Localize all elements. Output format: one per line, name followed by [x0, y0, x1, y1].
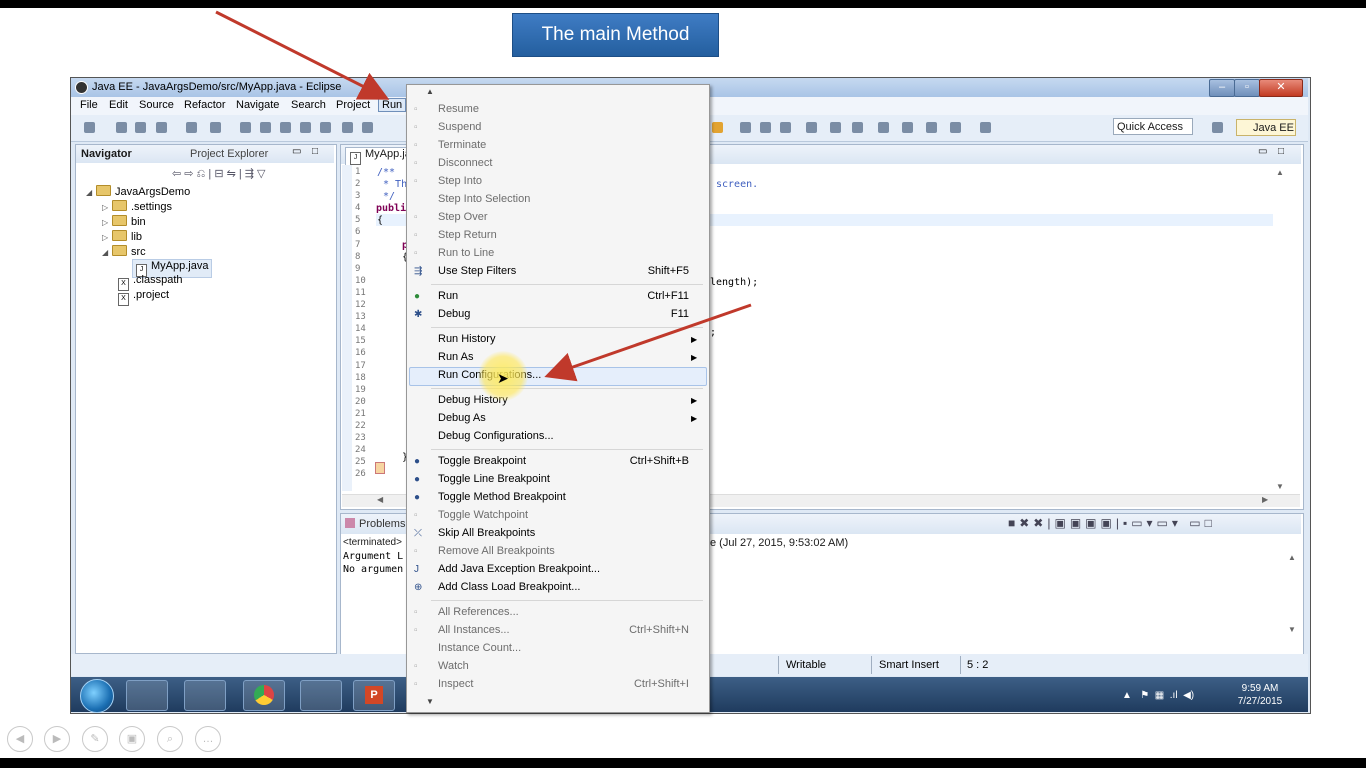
- annotation-arrows: [215, 10, 752, 382]
- prev-slide-icon[interactable]: ◀: [7, 726, 33, 752]
- arrow-to-run-menu: [215, 10, 390, 100]
- slides-icon[interactable]: ▣: [119, 726, 145, 752]
- arrow-to-run-configurations: [544, 303, 752, 382]
- zoom-icon[interactable]: ⌕: [157, 726, 183, 752]
- more-options-icon[interactable]: …: [195, 726, 221, 752]
- pen-icon[interactable]: ✎: [82, 726, 108, 752]
- next-slide-icon[interactable]: ▶: [44, 726, 70, 752]
